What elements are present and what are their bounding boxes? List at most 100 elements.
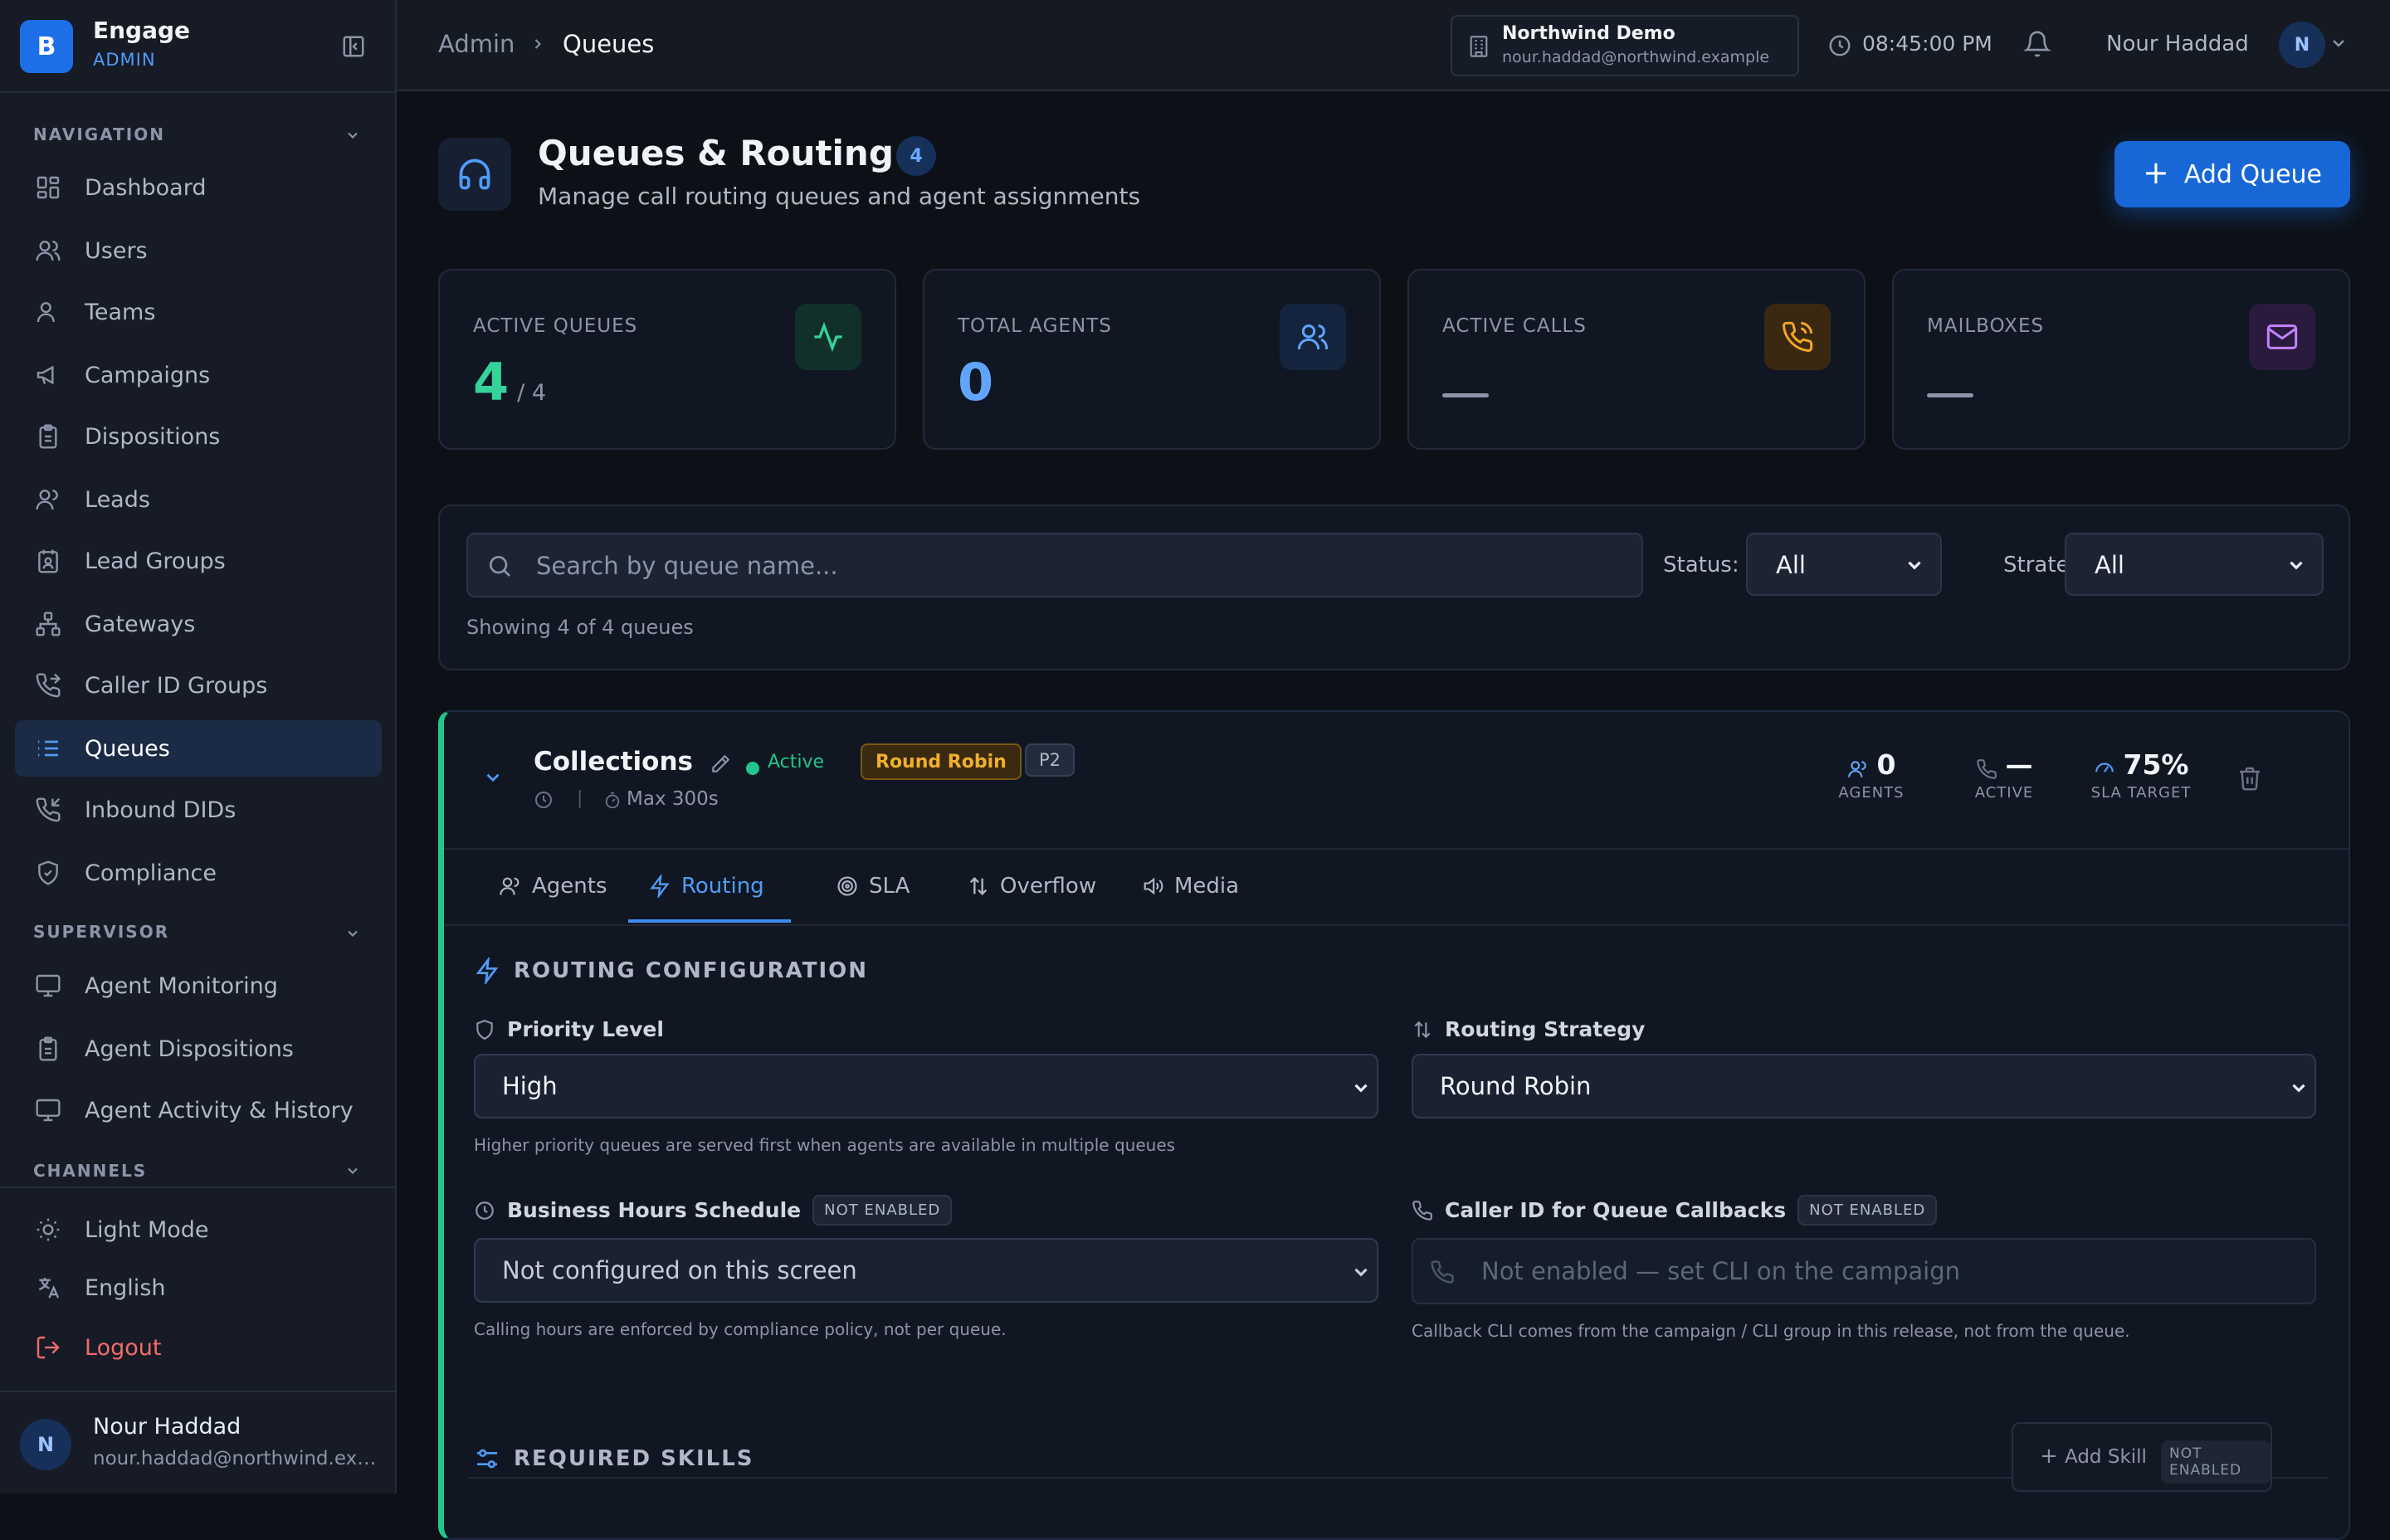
sidebar-item-agent-activity[interactable]: Agent Activity & History xyxy=(15,1082,382,1138)
sidebar-item-lead-groups[interactable]: Lead Groups xyxy=(15,533,382,589)
sidebar-user-name: Nour Haddad xyxy=(93,1414,241,1440)
phone-incoming-icon xyxy=(33,795,63,825)
sidebar-item-label: Dispositions xyxy=(85,423,221,450)
logout-icon xyxy=(33,1333,63,1362)
strategy-filter-select[interactable]: All xyxy=(2065,533,2324,596)
lead-groups-icon xyxy=(33,546,63,576)
tenant-switcher[interactable]: Northwind Demo nour.haddad@northwind.exa… xyxy=(1451,15,1799,76)
routing-strategy-select[interactable]: Round Robin xyxy=(1412,1054,2316,1118)
routing-section-title: ROUTING CONFIGURATION xyxy=(474,955,868,987)
sidebar-item-inbound-dids[interactable]: Inbound DIDs xyxy=(15,782,382,838)
strategy-badge: Round Robin xyxy=(861,743,1022,780)
sidebar-item-queues[interactable]: Queues xyxy=(15,720,382,777)
not-enabled-badge: NOT ENABLED xyxy=(812,1195,953,1226)
search-input[interactable] xyxy=(534,534,1617,597)
language-label: English xyxy=(85,1274,166,1301)
chevron-down-icon[interactable] xyxy=(340,921,365,946)
metric-value: 75% xyxy=(2123,748,2189,781)
sidebar-item-teams[interactable]: Teams xyxy=(15,284,382,340)
stat-card-total-agents: TOTAL AGENTS 0 xyxy=(923,269,1381,450)
sidebar-item-dashboard[interactable]: Dashboard xyxy=(15,159,382,216)
zap-icon xyxy=(648,873,671,899)
sidebar-item-leads[interactable]: Leads xyxy=(15,471,382,528)
clock-time: 08:45:00 PM xyxy=(1862,32,1992,56)
sidebar: B Engage ADMIN NAVIGATION Dashboard User… xyxy=(0,0,397,1494)
chevron-down-icon[interactable] xyxy=(340,1158,365,1183)
breadcrumb-admin[interactable]: Admin xyxy=(438,30,515,58)
dashboard-icon xyxy=(33,173,63,202)
page-title: Queues & Routing xyxy=(538,133,894,173)
light-mode-toggle[interactable]: Light Mode xyxy=(15,1201,382,1258)
leads-icon xyxy=(33,485,63,514)
chevron-down-icon[interactable] xyxy=(2329,33,2353,58)
chevron-down-icon[interactable] xyxy=(482,767,507,792)
sidebar-item-dispositions[interactable]: Dispositions xyxy=(15,408,382,465)
tab-overflow[interactable]: Overflow xyxy=(967,850,1096,923)
sidebar-item-label: Campaigns xyxy=(85,362,211,388)
add-skill-button[interactable]: + Add Skill NOT ENABLED xyxy=(2012,1422,2272,1492)
bell-icon[interactable] xyxy=(2023,30,2053,60)
sidebar-collapse-icon[interactable] xyxy=(335,30,372,63)
headphones-icon xyxy=(438,138,511,211)
stat-value-empty xyxy=(1442,393,1489,397)
tab-sla[interactable]: SLA xyxy=(836,850,910,923)
network-icon xyxy=(33,609,63,639)
tab-routing[interactable]: Routing xyxy=(648,850,764,923)
language-selector[interactable]: English xyxy=(15,1260,382,1316)
plus-icon: + xyxy=(2040,1444,2058,1469)
search-field[interactable] xyxy=(466,533,1643,597)
divider xyxy=(0,1187,395,1188)
monitor-icon xyxy=(33,971,63,1001)
stat-value-total: / 4 xyxy=(517,380,546,406)
chevron-down-icon xyxy=(1350,1077,1372,1099)
tab-media[interactable]: Media xyxy=(1141,850,1239,923)
separator: | xyxy=(577,788,583,809)
sidebar-item-label: Agent Activity & History xyxy=(85,1097,354,1123)
stat-label: MAILBOXES xyxy=(1927,315,2045,337)
chevron-down-icon[interactable] xyxy=(340,123,365,148)
shield-check-icon xyxy=(33,858,63,888)
queue-card-header[interactable]: Collections Active Round Robin P2 | Max … xyxy=(444,712,2349,850)
sidebar-item-campaigns[interactable]: Campaigns xyxy=(15,347,382,403)
stat-card-active-calls: ACTIVE CALLS xyxy=(1407,269,1866,450)
business-hours-select[interactable]: Not configured on this screen xyxy=(474,1238,1378,1303)
sidebar-header: B Engage ADMIN xyxy=(0,0,395,93)
stat-value-empty xyxy=(1927,393,1973,397)
add-queue-button[interactable]: + Add Queue xyxy=(2114,141,2350,207)
tab-agents[interactable]: Agents xyxy=(499,850,607,923)
logout-button[interactable]: Logout xyxy=(15,1319,382,1376)
status-filter-value: All xyxy=(1776,551,1806,579)
sidebar-item-label: Compliance xyxy=(85,860,217,886)
user-menu-name[interactable]: Nour Haddad xyxy=(2106,32,2249,56)
business-hours-label: Business Hours Schedule NOT ENABLED xyxy=(474,1195,953,1226)
sidebar-item-gateways[interactable]: Gateways xyxy=(15,596,382,652)
business-hours-value: Not configured on this screen xyxy=(502,1256,857,1284)
trash-icon[interactable] xyxy=(2236,765,2265,793)
status-filter-select[interactable]: All xyxy=(1746,533,1942,596)
tab-label: Routing xyxy=(681,874,764,899)
brand-logo[interactable]: B xyxy=(20,20,73,73)
caller-id-input[interactable]: Not enabled — set CLI on the campaign xyxy=(1412,1238,2316,1304)
section-channels: CHANNELS xyxy=(33,1161,148,1181)
metric-value: — xyxy=(2005,748,2033,781)
stat-value: 4/ 4 xyxy=(473,352,546,412)
add-skill-label: Add Skill xyxy=(2065,1446,2147,1468)
sidebar-item-users[interactable]: Users xyxy=(15,222,382,279)
clipboard-icon xyxy=(33,1034,63,1064)
avatar[interactable]: N xyxy=(20,1419,71,1470)
translate-icon xyxy=(33,1273,63,1303)
sliders-icon xyxy=(474,1445,500,1472)
add-queue-label: Add Queue xyxy=(2183,159,2322,189)
sidebar-item-caller-id-groups[interactable]: Caller ID Groups xyxy=(15,657,382,714)
section-supervisor: SUPERVISOR xyxy=(33,922,170,942)
sidebar-item-compliance[interactable]: Compliance xyxy=(15,845,382,901)
metric-value: 0 xyxy=(1876,748,1896,781)
avatar[interactable]: N xyxy=(2279,22,2325,68)
metric-label: SLA TARGET xyxy=(2090,784,2192,802)
status-badge: Active xyxy=(768,752,825,772)
sidebar-item-label: Leads xyxy=(85,486,150,513)
pencil-icon[interactable] xyxy=(710,753,731,775)
priority-level-select[interactable]: High xyxy=(474,1054,1378,1118)
sidebar-item-agent-monitoring[interactable]: Agent Monitoring xyxy=(15,958,382,1014)
sidebar-item-agent-dispositions[interactable]: Agent Dispositions xyxy=(15,1021,382,1077)
